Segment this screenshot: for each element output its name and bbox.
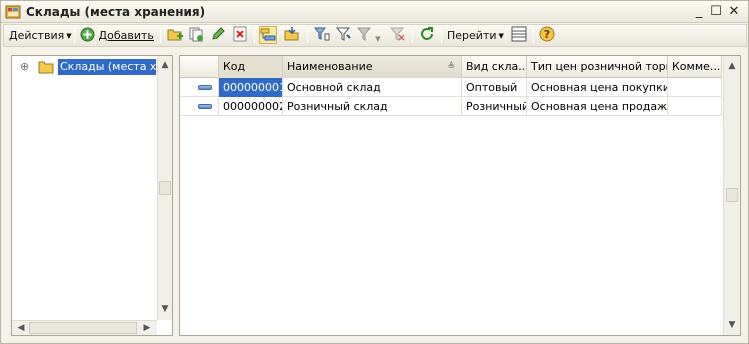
table-row[interactable]: 000000001 Основной склад Оптовый Основна… <box>180 78 722 97</box>
add-button-label: Добавить <box>98 29 154 42</box>
item-icon <box>198 104 212 109</box>
chevron-down-icon: ▼ <box>66 32 72 40</box>
cell-code[interactable]: 000000002 <box>219 97 283 116</box>
clear-filter-icon <box>389 27 405 41</box>
move-to-group-button[interactable] <box>283 26 301 44</box>
cell-name[interactable]: Розничный склад <box>283 97 462 116</box>
chevron-down-icon: ▼ <box>375 35 381 43</box>
actions-menu-label: Действия <box>9 29 65 42</box>
scroll-down-icon[interactable]: ▼ <box>725 318 739 332</box>
column-header-code[interactable]: Код <box>219 56 283 78</box>
window-title: Склады (места хранения) <box>26 5 206 19</box>
copy-button[interactable] <box>187 26 205 44</box>
table-row[interactable]: 000000002 Розничный склад Розничный Осно… <box>180 97 722 116</box>
toolbar-separator <box>160 28 161 43</box>
column-header-icon[interactable] <box>180 56 219 78</box>
folder-add-icon <box>167 29 183 41</box>
filter-history-icon <box>357 27 372 41</box>
pencil-icon <box>212 27 225 40</box>
minimize-button[interactable]: _ <box>691 4 707 19</box>
column-header-name-label: Наименование <box>287 60 373 73</box>
folder-icon <box>38 61 54 74</box>
clear-filter-button[interactable] <box>389 26 407 44</box>
list-settings-button[interactable] <box>510 26 528 44</box>
table-vertical-scrollbar[interactable]: ▲ ▼ <box>723 56 740 335</box>
cell-comment[interactable] <box>668 78 722 97</box>
catalog-window: Склады (места хранения) _ ☐ ✕ Действия ▼ … <box>0 0 749 344</box>
toolbar-separator <box>441 28 442 43</box>
table-header: Код Наименование ≜ Вид скла... Тип цен р… <box>180 56 722 78</box>
scroll-thumb[interactable] <box>29 322 137 334</box>
cell-name[interactable]: Основной склад <box>283 78 462 97</box>
chevron-down-icon: ▼ <box>498 32 504 40</box>
scroll-up-icon[interactable]: ▲ <box>158 58 172 72</box>
cell-comment[interactable] <box>668 97 722 116</box>
items-table: Код Наименование ≜ Вид скла... Тип цен р… <box>179 55 741 336</box>
toolbar-separator <box>505 28 506 43</box>
help-icon: ? <box>539 26 555 42</box>
sort-ascending-icon: ≜ <box>447 62 455 72</box>
item-icon <box>198 85 212 90</box>
cell-price-type[interactable]: Основная цена покупки <box>527 78 668 97</box>
cell-price-type[interactable]: Основная цена продажи <box>527 97 668 116</box>
add-group-button[interactable] <box>166 26 184 44</box>
hierarchy-view-button[interactable] <box>259 26 277 44</box>
goto-menu-label: Перейти <box>447 29 497 42</box>
add-icon <box>80 27 95 42</box>
toolbar-separator <box>74 28 75 43</box>
catalog-app-icon <box>5 5 21 19</box>
group-tree: ⊕ Склады (места хранения) ▲ ▼ ◀ ▶ <box>11 55 173 336</box>
cell-code[interactable]: 000000001 <box>219 78 283 97</box>
refresh-icon <box>421 27 433 40</box>
column-header-name[interactable]: Наименование ≜ <box>283 56 462 78</box>
title-bar: Склады (места хранения) _ ☐ ✕ <box>1 1 748 23</box>
filter-by-value-button[interactable] <box>313 26 331 44</box>
scroll-right-icon[interactable]: ▶ <box>140 321 154 335</box>
toolbar-separator <box>533 28 534 43</box>
add-button[interactable]: Добавить <box>80 25 154 46</box>
toolbar: Действия ▼ Добавить ▼ Перейти ▼ ? <box>3 24 747 47</box>
move-folder-icon <box>284 27 299 41</box>
expand-icon[interactable]: ⊕ <box>20 60 29 73</box>
delete-icon <box>233 26 247 42</box>
filter-icon <box>335 27 351 41</box>
maximize-button[interactable]: ☐ <box>708 4 724 19</box>
scroll-left-icon[interactable]: ◀ <box>14 321 28 335</box>
filter-value-icon <box>313 27 330 41</box>
help-button[interactable]: ? <box>538 26 556 44</box>
scroll-up-icon[interactable]: ▲ <box>725 59 739 73</box>
close-button[interactable]: ✕ <box>726 4 742 19</box>
goto-menu[interactable]: Перейти ▼ <box>447 25 504 46</box>
tree-node-root[interactable]: ⊕ Склады (места хранения) <box>12 58 158 76</box>
scroll-down-icon[interactable]: ▼ <box>158 302 172 316</box>
row-icon-cell <box>180 97 219 116</box>
cell-type[interactable]: Розничный <box>462 97 527 116</box>
row-icon-cell <box>180 78 219 97</box>
scroll-thumb[interactable] <box>726 188 738 202</box>
help-glyph: ? <box>544 28 550 41</box>
column-header-price-type[interactable]: Тип цен розничной торг... <box>527 56 668 78</box>
delete-button[interactable] <box>231 26 249 44</box>
toolbar-separator <box>412 28 413 43</box>
tree-horizontal-scrollbar[interactable]: ◀ ▶ <box>12 320 157 335</box>
copy-icon <box>189 27 203 42</box>
tree-vertical-scrollbar[interactable]: ▲ ▼ <box>157 56 172 320</box>
hierarchy-icon <box>260 28 276 41</box>
column-header-type[interactable]: Вид скла... <box>462 56 527 78</box>
tree-node-label: Склады (места хранения) <box>58 59 156 75</box>
toolbar-separator <box>307 28 308 43</box>
list-settings-icon <box>511 26 527 42</box>
actions-menu[interactable]: Действия ▼ <box>9 25 72 46</box>
column-header-comment[interactable]: Комме... <box>668 56 722 78</box>
edit-button[interactable] <box>209 26 227 44</box>
cell-type[interactable]: Оптовый <box>462 78 527 97</box>
refresh-button[interactable] <box>418 26 436 44</box>
filter-history-button[interactable]: ▼ <box>356 26 382 44</box>
scroll-thumb[interactable] <box>159 181 171 195</box>
toolbar-separator <box>254 28 255 43</box>
filter-button[interactable] <box>335 26 353 44</box>
